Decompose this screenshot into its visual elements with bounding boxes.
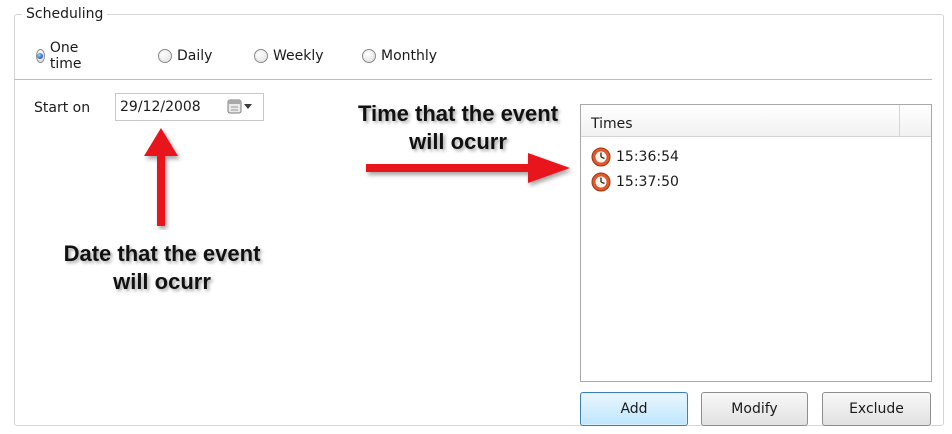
start-date-value[interactable]: 29/12/2008 [120, 99, 201, 115]
add-button[interactable]: Add [580, 392, 688, 426]
column-divider[interactable] [899, 105, 900, 136]
radio-selected-dot [37, 53, 44, 59]
divider [14, 79, 932, 80]
up-arrow-annotation [144, 128, 178, 226]
start-on-label: Start on [34, 100, 91, 116]
clock-icon [591, 172, 611, 192]
times-list[interactable]: Times 15:36:54 15:37:50 [580, 104, 932, 382]
radio-label: Daily [177, 48, 213, 64]
times-column-header[interactable]: Times [581, 105, 931, 137]
time-value: 15:36:54 [616, 149, 679, 165]
time-annotation-line1: Time that the event [357, 101, 559, 126]
start-date-picker[interactable]: 29/12/2008 [115, 93, 264, 121]
radio-circle-icon[interactable] [158, 49, 172, 63]
radio-circle-icon[interactable] [254, 49, 268, 63]
date-annotation-line1: Date that the event [63, 241, 261, 266]
time-value: 15:37:50 [616, 174, 679, 190]
date-annotation-line2: will ocurr [113, 269, 211, 294]
date-annotation: Date that the event will ocurr [38, 240, 286, 296]
radio-monthly[interactable]: Monthly [362, 46, 437, 66]
time-annotation: Time that the event will ocurr [334, 100, 582, 156]
list-item[interactable]: 15:36:54 [591, 147, 679, 167]
time-annotation-line2: will ocurr [409, 129, 507, 154]
radio-label: Monthly [381, 48, 438, 64]
calendar-icon [227, 99, 242, 114]
radio-weekly[interactable]: Weekly [254, 46, 324, 66]
radio-label: Weekly [273, 48, 324, 64]
group-title: Scheduling [22, 6, 108, 22]
radio-circle-icon[interactable] [36, 49, 45, 63]
clock-icon [591, 147, 611, 167]
radio-label: One time [49, 40, 82, 72]
modify-button[interactable]: Modify [701, 392, 808, 426]
radio-circle-icon[interactable] [362, 49, 376, 63]
radio-daily[interactable]: Daily [158, 46, 212, 66]
times-header-label: Times [591, 116, 633, 132]
chevron-down-icon [244, 104, 252, 109]
exclude-button[interactable]: Exclude [822, 392, 931, 426]
radio-one-time[interactable]: One time [36, 40, 87, 72]
list-item[interactable]: 15:37:50 [591, 172, 679, 192]
calendar-dropdown-button[interactable] [227, 99, 255, 115]
